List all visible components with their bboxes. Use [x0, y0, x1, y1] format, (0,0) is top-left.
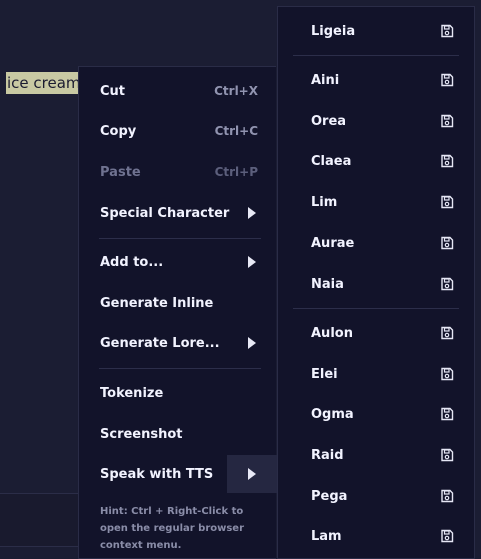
menu-item-tokenize[interactable]: Tokenize [79, 374, 276, 412]
save-icon[interactable] [440, 195, 454, 209]
context-menu-hint: Hint: Ctrl + Right-Click to open the reg… [100, 506, 245, 551]
voice-item-aurae[interactable]: Aurae [278, 224, 474, 262]
submenu-arrow-icon [248, 256, 256, 268]
voice-label: Ligeia [311, 23, 356, 39]
menu-item-shortcut: Ctrl+X [214, 84, 258, 98]
voice-label: Naia [311, 276, 344, 292]
menu-item-copy[interactable]: Copy Ctrl+C [79, 112, 276, 150]
voice-item-elei[interactable]: Elei [278, 355, 474, 393]
voice-item-raid[interactable]: Raid [278, 436, 474, 474]
selected-text[interactable]: ice cream [6, 72, 82, 94]
voice-label: Ogma [311, 406, 354, 422]
menu-item-label: Special Character [100, 205, 230, 221]
voice-label: Aulon [311, 325, 353, 341]
voice-label: Lim [311, 194, 338, 210]
voice-label: Raid [311, 447, 344, 463]
submenu-arrow-icon [248, 337, 256, 349]
save-icon[interactable] [440, 367, 454, 381]
voice-label: Orea [311, 113, 347, 129]
voice-item-pega[interactable]: Pega [278, 477, 474, 515]
voice-label: Aini [311, 72, 340, 88]
menu-item-label: Tokenize [100, 385, 164, 401]
voice-label: Claea [311, 153, 352, 169]
menu-item-screenshot[interactable]: Screenshot [79, 415, 276, 453]
voice-label: Elei [311, 366, 338, 382]
save-icon[interactable] [440, 277, 454, 291]
save-icon[interactable] [440, 326, 454, 340]
menu-item-label: Speak with TTS [100, 466, 214, 482]
save-icon[interactable] [440, 489, 454, 503]
save-icon[interactable] [440, 154, 454, 168]
context-menu: Cut Ctrl+X Copy Ctrl+C Paste Ctrl+P Spec… [78, 66, 277, 559]
menu-divider [99, 368, 261, 369]
save-icon[interactable] [440, 236, 454, 250]
voice-item-ligeia[interactable]: Ligeia [278, 12, 474, 50]
menu-item-paste[interactable]: Paste Ctrl+P [79, 153, 276, 191]
menu-item-label: Generate Lore... [100, 335, 220, 351]
menu-item-special-character[interactable]: Special Character [79, 194, 276, 232]
menu-item-label: Generate Inline [100, 295, 214, 311]
save-icon[interactable] [440, 448, 454, 462]
menu-item-generate-lore[interactable]: Generate Lore... [79, 324, 276, 362]
menu-item-shortcut: Ctrl+P [214, 165, 258, 179]
editor-footer-strip [0, 493, 80, 547]
tts-voice-submenu: Ligeia Aini Orea Claea Lim Aurae Naia Au… [277, 6, 475, 559]
save-icon[interactable] [440, 73, 454, 87]
voice-item-lam[interactable]: Lam [278, 517, 474, 555]
voice-label: Aurae [311, 235, 355, 251]
submenu-arrow-icon [248, 468, 256, 480]
menu-item-label: Add to... [100, 254, 164, 270]
submenu-divider [293, 308, 459, 309]
menu-item-label: Cut [100, 83, 126, 99]
save-icon[interactable] [440, 529, 454, 543]
save-icon[interactable] [440, 407, 454, 421]
menu-item-label: Paste [100, 164, 141, 180]
menu-item-speak-with-tts[interactable]: Speak with TTS [79, 455, 276, 493]
submenu-arrow-icon [248, 207, 256, 219]
submenu-divider [293, 55, 459, 56]
menu-item-label: Copy [100, 123, 137, 139]
save-icon[interactable] [440, 114, 454, 128]
voice-item-orea[interactable]: Orea [278, 102, 474, 140]
voice-item-lim[interactable]: Lim [278, 183, 474, 221]
voice-label: Pega [311, 488, 348, 504]
voice-item-claea[interactable]: Claea [278, 142, 474, 180]
menu-item-shortcut: Ctrl+C [214, 124, 258, 138]
voice-item-aulon[interactable]: Aulon [278, 314, 474, 352]
voice-item-ogma[interactable]: Ogma [278, 395, 474, 433]
menu-item-add-to[interactable]: Add to... [79, 243, 276, 281]
menu-item-generate-inline[interactable]: Generate Inline [79, 284, 276, 322]
menu-divider [99, 238, 261, 239]
save-icon[interactable] [440, 24, 454, 38]
voice-item-naia[interactable]: Naia [278, 265, 474, 303]
voice-label: Lam [311, 528, 342, 544]
menu-item-cut[interactable]: Cut Ctrl+X [79, 72, 276, 110]
voice-item-aini[interactable]: Aini [278, 61, 474, 99]
menu-item-label: Screenshot [100, 426, 183, 442]
